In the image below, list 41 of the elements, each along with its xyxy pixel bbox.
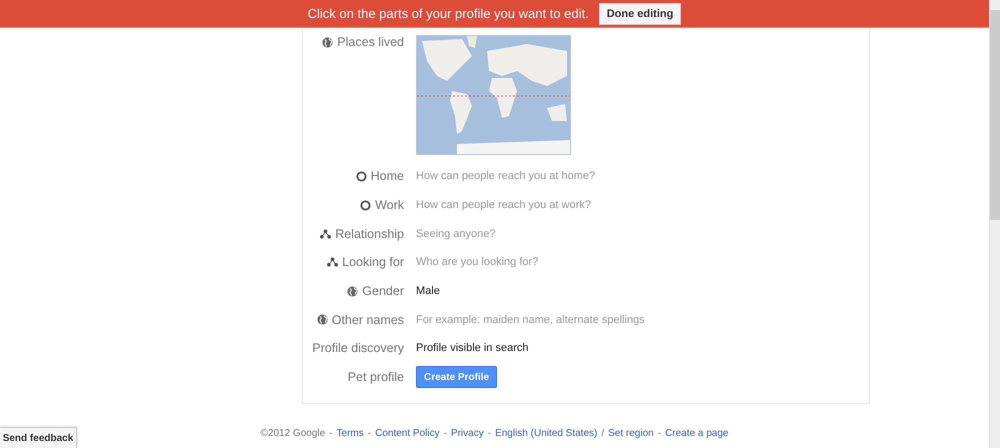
globe-icon bbox=[347, 286, 358, 297]
footer-separator: / bbox=[601, 428, 604, 439]
send-feedback-button[interactable]: Send feedback bbox=[0, 427, 77, 448]
globe-icon bbox=[316, 314, 328, 326]
field-value[interactable]: Profile visible in search bbox=[416, 342, 869, 354]
field-label: Home bbox=[370, 169, 404, 184]
field-label: Looking for bbox=[342, 255, 404, 270]
circle-icon bbox=[356, 170, 367, 182]
scrollbar[interactable] bbox=[989, 0, 1000, 448]
done-editing-button[interactable]: Done editing bbox=[598, 2, 682, 24]
footer-separator: - bbox=[329, 428, 333, 439]
globe-icon bbox=[322, 36, 334, 48]
field-placeholder[interactable]: How can people reach you at home? bbox=[416, 170, 869, 182]
footer-link[interactable]: Set region bbox=[608, 428, 654, 439]
footer-link[interactable]: Create a page bbox=[665, 428, 728, 439]
footer-separator: - bbox=[658, 428, 662, 439]
field-placeholder[interactable]: Seeing anyone? bbox=[416, 228, 869, 240]
field-label: Profile discovery bbox=[312, 341, 404, 356]
field-label: Pet profile bbox=[348, 370, 404, 384]
copyright-text: ©2012 Google bbox=[260, 428, 326, 439]
field-label: Relationship bbox=[335, 226, 404, 241]
footer-separator: - bbox=[488, 428, 492, 439]
field-label: Other names bbox=[332, 312, 404, 327]
field-label: Places lived bbox=[337, 35, 404, 49]
circle-icon bbox=[360, 200, 372, 211]
field-placeholder[interactable]: For example: maiden name, alternate spellings bbox=[416, 314, 869, 326]
footer-link[interactable]: English (United States) bbox=[495, 428, 598, 439]
field-label: Work bbox=[375, 198, 404, 212]
edit-banner-message: Click on the parts of your profile you want to edit. bbox=[308, 6, 589, 21]
create-profile-button[interactable]: Create Profile bbox=[416, 366, 498, 388]
footer-separator: - bbox=[368, 428, 372, 439]
footer-link[interactable]: Terms bbox=[336, 428, 364, 439]
field-label: Gender bbox=[362, 284, 404, 298]
field-value[interactable]: Male bbox=[416, 285, 869, 298]
people-icon bbox=[320, 228, 332, 239]
footer-link[interactable]: Privacy bbox=[450, 428, 484, 439]
people-icon bbox=[327, 257, 338, 268]
field-placeholder[interactable]: How can people reach you at work? bbox=[416, 199, 869, 212]
footer-link[interactable]: Content Policy bbox=[375, 428, 440, 439]
field-placeholder[interactable]: Who are you looking for? bbox=[416, 256, 869, 268]
footer-separator: - bbox=[444, 428, 447, 439]
